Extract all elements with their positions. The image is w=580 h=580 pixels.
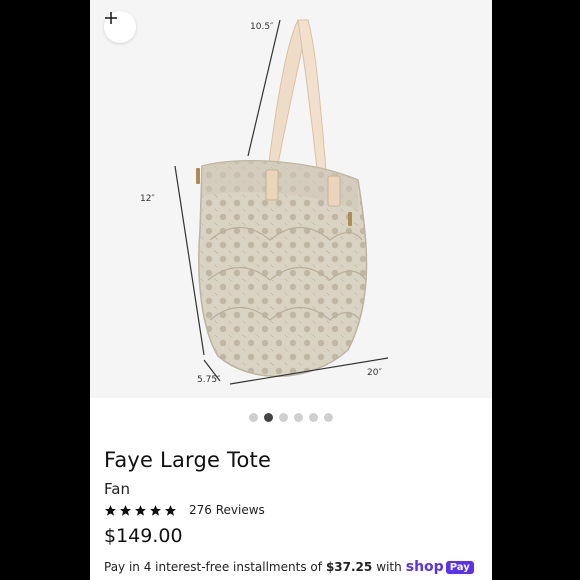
installments-text: Pay in 4 interest-free installments of bbox=[104, 560, 322, 574]
product-title: Faye Large Tote bbox=[104, 448, 272, 472]
installment-amount: $37.25 bbox=[325, 560, 373, 574]
dimension-width: 20″ bbox=[367, 368, 382, 378]
product-price: $149.00 bbox=[104, 525, 183, 547]
gallery-dot-active[interactable] bbox=[264, 413, 273, 422]
rating-row: 276 Reviews bbox=[104, 503, 265, 517]
shop-pay-badge: Pay bbox=[445, 560, 474, 574]
dimension-strap-drop: 10.5″ bbox=[250, 22, 274, 32]
star-icon bbox=[120, 504, 131, 516]
gallery-dot[interactable] bbox=[279, 413, 288, 422]
star-rating[interactable] bbox=[104, 504, 177, 517]
plus-icon bbox=[105, 12, 117, 24]
reviews-link[interactable]: 276 Reviews bbox=[189, 503, 265, 517]
shop-pay-installments[interactable]: Pay in 4 interest-free installments of $… bbox=[104, 559, 474, 575]
gallery-dot[interactable] bbox=[294, 413, 303, 422]
dimension-depth: 5.75″ bbox=[197, 375, 221, 385]
shop-pay-logo: shop bbox=[405, 559, 444, 575]
installments-with: with bbox=[376, 560, 402, 574]
star-icon bbox=[105, 504, 116, 516]
star-icon bbox=[165, 504, 176, 516]
gallery-dot[interactable] bbox=[309, 413, 318, 422]
gallery-dot[interactable] bbox=[249, 413, 258, 422]
zoom-button[interactable] bbox=[104, 11, 136, 43]
star-icon bbox=[135, 504, 146, 516]
dimension-height: 12″ bbox=[140, 194, 155, 204]
gallery-pagination bbox=[90, 413, 492, 423]
product-screen: 10.5″ 12″ 5.75″ 20″ Faye Large Tote Fan … bbox=[90, 0, 492, 580]
product-variant: Fan bbox=[104, 480, 130, 498]
gallery-dot[interactable] bbox=[324, 413, 333, 422]
star-icon bbox=[150, 504, 161, 516]
product-image-gallery[interactable]: 10.5″ 12″ 5.75″ 20″ bbox=[90, 0, 492, 398]
